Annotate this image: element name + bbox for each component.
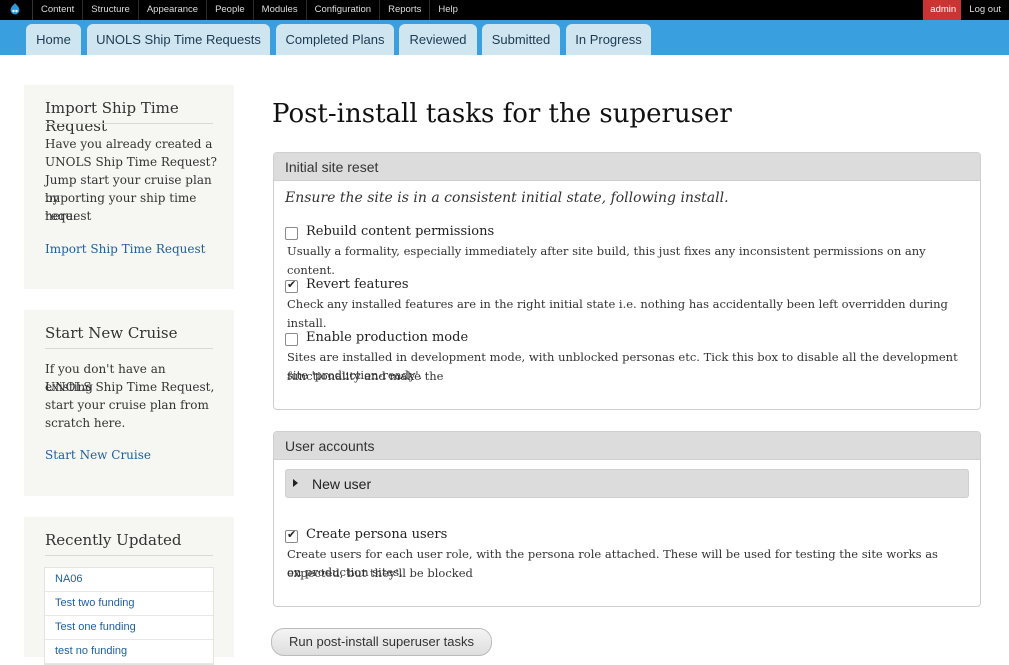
checkmark-icon: ✔ [287, 528, 297, 541]
page-title: Post-install tasks for the superuser [272, 99, 732, 129]
start-cruise-text-line: scratch here. [45, 416, 126, 430]
tab-home[interactable]: Home [26, 24, 81, 55]
admin-menu-reports[interactable]: Reports [379, 0, 429, 20]
admin-menu-appearance[interactable]: Appearance [137, 0, 206, 20]
recent-item[interactable]: test no funding [45, 640, 213, 664]
recently-updated-block: Recently Updated NA06 Test two funding T… [24, 517, 234, 665]
initial-site-reset-description: Ensure the site is in a consistent initi… [285, 190, 729, 206]
admin-menu-structure[interactable]: Structure [82, 0, 138, 20]
admin-user-link[interactable]: admin [923, 0, 962, 20]
start-cruise-block: Start New Cruise If you don't have an ex… [24, 310, 234, 496]
import-block-text-line: UNOLS Ship Time Request? [45, 155, 217, 169]
admin-menu-help[interactable]: Help [429, 0, 466, 20]
recently-updated-title: Recently Updated [45, 531, 182, 549]
import-block: Import Ship Time Request Have you alread… [24, 85, 234, 289]
create-persona-users-description-line: on production sites. [287, 565, 403, 579]
create-persona-users-label[interactable]: Create persona users [306, 527, 447, 542]
tab-completed-plans[interactable]: Completed Plans [276, 24, 394, 55]
import-block-title: Import Ship Time Request [45, 99, 179, 135]
new-user-collapsible[interactable]: New user [285, 469, 969, 498]
new-user-label[interactable]: New user [312, 476, 371, 492]
import-ship-time-request-link[interactable]: Import Ship Time Request [45, 242, 205, 256]
import-block-text-line: Have you already created a [45, 137, 213, 151]
initial-site-reset-fieldset: Initial site reset Ensure the site is in… [273, 152, 981, 410]
admin-menu-people[interactable]: People [206, 0, 253, 20]
recent-item[interactable]: Test two funding [45, 592, 213, 616]
production-mode-description-line: site 'production-ready'. [287, 368, 423, 382]
tab-reviewed[interactable]: Reviewed [399, 24, 477, 55]
recently-updated-divider [45, 555, 213, 556]
start-new-cruise-link[interactable]: Start New Cruise [45, 448, 151, 462]
tab-in-progress[interactable]: In Progress [566, 24, 651, 55]
import-block-text-line: here. [45, 209, 77, 223]
initial-site-reset-legend-text: Initial site reset [285, 159, 379, 175]
admin-user-menu: admin Log out [923, 0, 1009, 20]
admin-menu: Content Structure Appearance People Modu… [32, 0, 466, 20]
revert-features-description: Check any installed features are in the … [287, 297, 948, 330]
recent-item[interactable]: Test one funding [45, 616, 213, 640]
production-mode-checkbox[interactable] [285, 333, 298, 346]
logout-link[interactable]: Log out [961, 0, 1009, 20]
revert-features-label[interactable]: Revert features [306, 277, 409, 292]
drupal-logo-icon[interactable] [7, 2, 23, 18]
recently-updated-list: NA06 Test two funding Test one funding t… [44, 567, 214, 665]
tab-unols-ship-time-requests[interactable]: UNOLS Ship Time Requests [87, 24, 270, 55]
revert-features-checkbox[interactable]: ✔ [285, 278, 298, 293]
rebuild-permissions-checkbox[interactable] [285, 227, 298, 240]
initial-site-reset-legend: Initial site reset [274, 153, 980, 181]
start-cruise-block-title: Start New Cruise [45, 324, 178, 342]
user-accounts-legend-text: User accounts [285, 438, 375, 454]
run-post-install-tasks-button[interactable]: Run post-install superuser tasks [271, 628, 492, 656]
start-cruise-text-line: start your cruise plan from [45, 398, 209, 412]
admin-menu-modules[interactable]: Modules [252, 0, 306, 20]
admin-menu-configuration[interactable]: Configuration [305, 0, 380, 20]
admin-menu-content[interactable]: Content [32, 0, 82, 20]
user-accounts-legend: User accounts [274, 432, 980, 460]
recent-item[interactable]: NA06 [45, 568, 213, 592]
tab-submitted[interactable]: Submitted [482, 24, 560, 55]
create-persona-users-checkbox[interactable]: ✔ [285, 528, 298, 543]
expand-arrow-icon [293, 479, 298, 487]
production-mode-label[interactable]: Enable production mode [306, 330, 468, 345]
rebuild-permissions-description: Usually a formality, especially immediat… [287, 244, 926, 277]
primary-tabs: Home UNOLS Ship Time Requests Completed … [0, 20, 1009, 55]
user-accounts-fieldset: User accounts New user ✔ Create persona … [273, 431, 981, 607]
checkmark-icon: ✔ [287, 278, 297, 291]
admin-toolbar: Content Structure Appearance People Modu… [0, 0, 1009, 20]
rebuild-permissions-label[interactable]: Rebuild content permissions [306, 224, 494, 239]
import-block-divider [45, 123, 213, 124]
start-cruise-block-divider [45, 348, 213, 349]
start-cruise-text-line: UNOLS Ship Time Request, [45, 380, 215, 394]
